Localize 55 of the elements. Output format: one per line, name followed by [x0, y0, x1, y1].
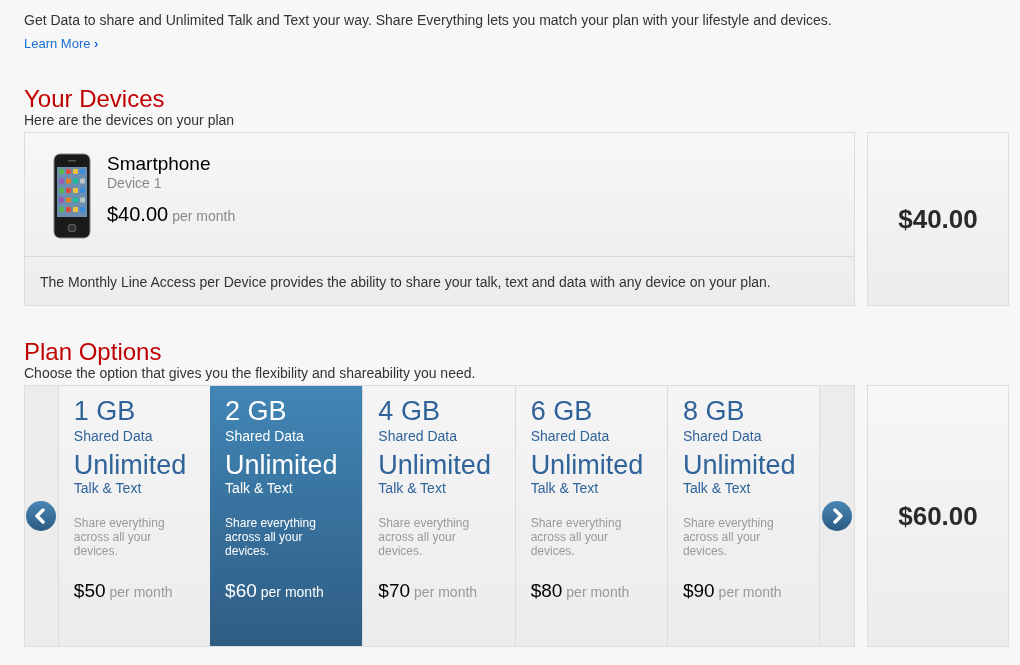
plan-price: $70 [378, 579, 411, 603]
data-label: Shared Data [378, 428, 458, 445]
plan-description: Share everything across all your devices. [378, 516, 471, 558]
data-label: Shared Data [530, 428, 611, 445]
talk-amount: Unlimited [530, 450, 645, 480]
device-note: The Monthly Line Access per Device provides the ability to share your talk, text and data with any device on your plan. [39, 273, 772, 292]
plan-description: Share everything across all your devices. [225, 516, 317, 558]
data-amount: 8 GB [682, 396, 746, 426]
data-amount: 6 GB [530, 396, 594, 426]
talk-label: Talk & Text [73, 480, 143, 497]
device-price: $40.00 [107, 202, 169, 227]
talk-label: Talk & Text [225, 480, 294, 497]
talk-label: Talk & Text [530, 480, 600, 497]
learn-more-link[interactable]: Learn More › [24, 34, 99, 54]
price-period: per month [172, 207, 236, 226]
plan-option[interactable]: 8 GB Shared Data Unlimited Talk & Text Share everything across all your devices. $90 per month [666, 386, 820, 646]
plan-price: $60 [225, 579, 257, 603]
data-amount: 2 GB [225, 396, 288, 426]
plan-option[interactable]: 4 GB Shared Data Unlimited Talk & Text Share everything across all your devices. $70 per month [362, 386, 515, 646]
talk-amount: Unlimited [682, 450, 797, 480]
data-amount: 1 GB [73, 396, 137, 426]
data-amount: 4 GB [378, 396, 441, 426]
talk-amount: Unlimited [225, 450, 339, 480]
talk-label: Talk & Text [378, 480, 447, 497]
devices-total: $40.00 [898, 202, 978, 236]
plan-description: Share everything across all your devices. [682, 516, 775, 558]
section-title: Plan Options [24, 339, 163, 365]
section-subtitle: Here are the devices on your plan [24, 112, 236, 129]
plan-price: $50 [73, 579, 106, 603]
data-label: Shared Data [225, 428, 305, 445]
plan-price: $90 [682, 579, 715, 603]
price-period: per month [260, 583, 324, 602]
price-period: per month [109, 583, 173, 602]
data-label: Shared Data [73, 428, 154, 445]
section-title: Your Devices [24, 86, 166, 112]
data-label: Shared Data [682, 428, 763, 445]
price-period: per month [414, 583, 478, 602]
plan-description: Share everything across all your devices. [530, 516, 623, 558]
next-button[interactable] [822, 501, 853, 531]
price-period: per month [566, 583, 630, 602]
plans-total: $60.00 [898, 499, 978, 533]
talk-amount: Unlimited [378, 450, 492, 480]
price-period: per month [718, 583, 782, 602]
talk-label: Talk & Text [682, 480, 752, 497]
device-label: Device 1 [107, 175, 163, 192]
device-name: Smartphone [107, 153, 212, 175]
plan-option[interactable]: 2 GB Shared Data Unlimited Talk & Text Share everything across all your devices. $60 per month [210, 386, 363, 646]
plan-price: $80 [530, 579, 563, 603]
previous-button[interactable] [26, 501, 57, 531]
plan-description: Share everything across all your devices. [73, 516, 166, 558]
plan-option[interactable]: 6 GB Shared Data Unlimited Talk & Text Share everything across all your devices. $80 per month [514, 386, 667, 646]
talk-amount: Unlimited [73, 450, 188, 480]
intro-text: Get Data to share and Unlimited Talk and Text your way. Share Everything lets you match your plan with your lifestyle and devices. [24, 12, 833, 29]
plan-option[interactable]: 1 GB Shared Data Unlimited Talk & Text Share everything across all your devices. $50 per month [57, 386, 211, 646]
section-subtitle: Choose the option that gives you the flexibility and shareability you need. [24, 365, 477, 382]
